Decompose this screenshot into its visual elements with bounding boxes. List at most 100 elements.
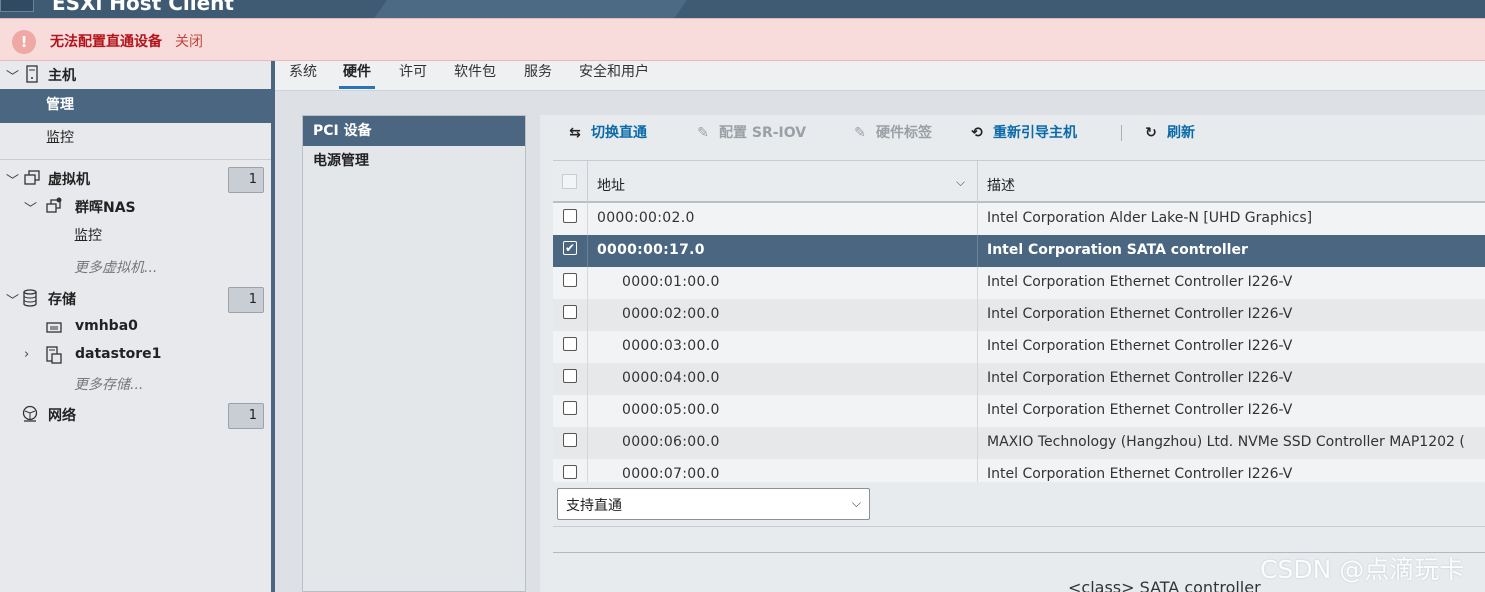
row-checkbox[interactable] [563, 209, 577, 223]
nav-host[interactable]: ﹀ 主机 [0, 61, 271, 89]
table-row[interactable]: 0000:02:00.0 Intel Corporation Ethernet … [553, 299, 1485, 331]
tab-licensing[interactable]: 许可 [399, 61, 427, 81]
server-icon [26, 65, 38, 83]
table-row[interactable]: 0000:05:00.0 Intel Corporation Ethernet … [553, 395, 1485, 427]
table-row[interactable]: 0000:03:00.0 Intel Corporation Ethernet … [553, 331, 1485, 363]
nav-datastore-label: datastore1 [75, 346, 162, 362]
nav-monitor-label: 监控 [46, 130, 74, 146]
nav-storage-label: 存储 [48, 292, 76, 308]
cell-divider [587, 395, 588, 427]
nav-storage[interactable]: ﹀ 存储 1 [0, 285, 271, 313]
nav-vm-nas[interactable]: ﹀ 群晖NAS [0, 193, 271, 221]
pci-toolbar: ⇆ 切换直通 ✎ 配置 SR-IOV ✎ 硬件标签 ⟲ 重新引导主机 ↻ 刷新 [553, 116, 1485, 150]
toggle-passthrough-button[interactable]: ⇆ 切换直通 [565, 122, 647, 146]
row-checkbox[interactable] [563, 369, 577, 383]
nav-more-storage[interactable]: 更多存储... [0, 370, 271, 398]
toggle-icon: ⇆ [569, 125, 581, 141]
cell-divider [587, 459, 588, 482]
subnav-power-management[interactable]: 电源管理 [303, 146, 525, 176]
nav-network-label: 网络 [48, 408, 76, 424]
cell-divider [977, 203, 978, 235]
nav-vms[interactable]: ﹀ 虚拟机 1 [0, 165, 271, 193]
navigator-panel: ﹀ 主机 管理 监控 ﹀ 虚拟机 1 ﹀ 群晖NAS 监控 更多虚拟机... ﹀… [0, 61, 271, 592]
cell-divider [977, 267, 978, 299]
passthrough-filter-select[interactable]: 支持直通 ⌵ [557, 488, 870, 520]
configure-sriov-button[interactable]: ✎ 配置 SR-IOV [693, 122, 806, 146]
refresh-button[interactable]: ↻ 刷新 [1141, 122, 1195, 146]
chevron-right-icon[interactable]: › [24, 347, 29, 362]
column-header-description[interactable]: 描述 [987, 175, 1015, 195]
chevron-down-icon: ⌵ [851, 496, 861, 510]
storage-count-badge: 1 [228, 287, 264, 313]
column-divider[interactable] [977, 161, 978, 203]
tab-services[interactable]: 服务 [524, 61, 552, 81]
cell-description: Intel Corporation Ethernet Controller I2… [987, 466, 1293, 482]
column-divider [587, 161, 588, 203]
storage-icon [23, 289, 37, 307]
cell-address: 0000:07:00.0 [622, 466, 720, 482]
row-checkbox[interactable] [563, 433, 577, 447]
table-row-selected[interactable]: ✔ 0000:00:17.0 Intel Corporation SATA co… [553, 235, 1485, 267]
subnav-pci-devices[interactable]: PCI 设备 [303, 116, 525, 146]
cell-address: 0000:00:02.0 [597, 210, 695, 226]
row-checkbox[interactable] [563, 337, 577, 351]
nav-more-vms-label: 更多虚拟机... [74, 260, 158, 276]
pencil-icon: ✎ [697, 125, 709, 141]
cell-divider [977, 235, 978, 267]
nav-manage[interactable]: 管理 [0, 89, 271, 123]
reboot-host-button[interactable]: ⟲ 重新引导主机 [967, 122, 1077, 146]
cell-address: 0000:00:17.0 [597, 242, 705, 258]
vmware-logo[interactable] [0, 0, 34, 12]
nav-network[interactable]: 网络 1 [0, 401, 271, 429]
table-row[interactable]: 0000:04:00.0 Intel Corporation Ethernet … [553, 363, 1485, 395]
refresh-label: 刷新 [1167, 125, 1195, 141]
vms-count-badge: 1 [228, 167, 264, 193]
hardware-label-button[interactable]: ✎ 硬件标签 [850, 122, 932, 146]
nav-datastore[interactable]: › datastore1 [0, 342, 271, 370]
network-icon [22, 405, 38, 422]
panel-divider [553, 526, 1485, 527]
tab-hardware[interactable]: 硬件 [339, 61, 375, 89]
nav-more-storage-label: 更多存储... [74, 377, 144, 393]
row-checkbox[interactable] [563, 401, 577, 415]
column-header-address[interactable]: 地址 [597, 175, 625, 195]
select-all-checkbox[interactable] [562, 174, 577, 189]
tab-system[interactable]: 系统 [289, 61, 317, 81]
nav-divider [0, 159, 271, 160]
chevron-down-icon[interactable]: ﹀ [6, 66, 19, 85]
reboot-host-label: 重新引导主机 [993, 125, 1077, 141]
cell-divider [977, 299, 978, 331]
chevron-down-icon[interactable]: ⌵ [956, 175, 965, 190]
row-checkbox[interactable] [563, 273, 577, 287]
cell-divider [587, 203, 588, 235]
tab-security-users[interactable]: 安全和用户 [579, 61, 649, 81]
row-checkbox[interactable] [563, 305, 577, 319]
chevron-down-icon[interactable]: ﹀ [6, 170, 19, 189]
nav-more-vms[interactable]: 更多虚拟机... [0, 253, 271, 281]
row-checkbox-checked[interactable]: ✔ [563, 241, 577, 255]
table-row[interactable]: 0000:07:00.0 Intel Corporation Ethernet … [553, 459, 1485, 482]
cell-divider [587, 267, 588, 299]
cell-address: 0000:04:00.0 [622, 370, 720, 386]
grid-header: 地址 ⌵ 描述 [553, 161, 1485, 203]
cell-divider [587, 299, 588, 331]
chevron-down-icon[interactable]: ﹀ [24, 198, 37, 217]
cell-divider [977, 427, 978, 459]
alert-close-link[interactable]: 关闭 [175, 31, 203, 51]
cell-divider [587, 427, 588, 459]
chevron-down-icon[interactable]: ﹀ [6, 290, 19, 309]
vm-icon [24, 170, 40, 185]
nav-vmhba[interactable]: vmhba0 [0, 314, 271, 342]
table-row[interactable]: 0000:01:00.0 Intel Corporation Ethernet … [553, 267, 1485, 299]
table-row[interactable]: 0000:06:00.0 MAXIO Technology (Hangzhou)… [553, 427, 1485, 459]
nav-vm-nas-label: 群晖NAS [75, 200, 136, 216]
table-row[interactable]: 0000:00:02.0 Intel Corporation Alder Lak… [553, 203, 1485, 235]
pencil-icon: ✎ [854, 125, 866, 141]
nav-monitor[interactable]: 监控 [0, 123, 271, 151]
cell-address: 0000:02:00.0 [622, 306, 720, 322]
error-alert-banner: ! 无法配置直通设备 关闭 [0, 18, 1485, 61]
nav-vm-monitor[interactable]: 监控 [0, 221, 271, 249]
row-checkbox[interactable] [563, 465, 577, 479]
tab-packages[interactable]: 软件包 [454, 61, 496, 81]
nav-vm-monitor-label: 监控 [74, 228, 102, 244]
